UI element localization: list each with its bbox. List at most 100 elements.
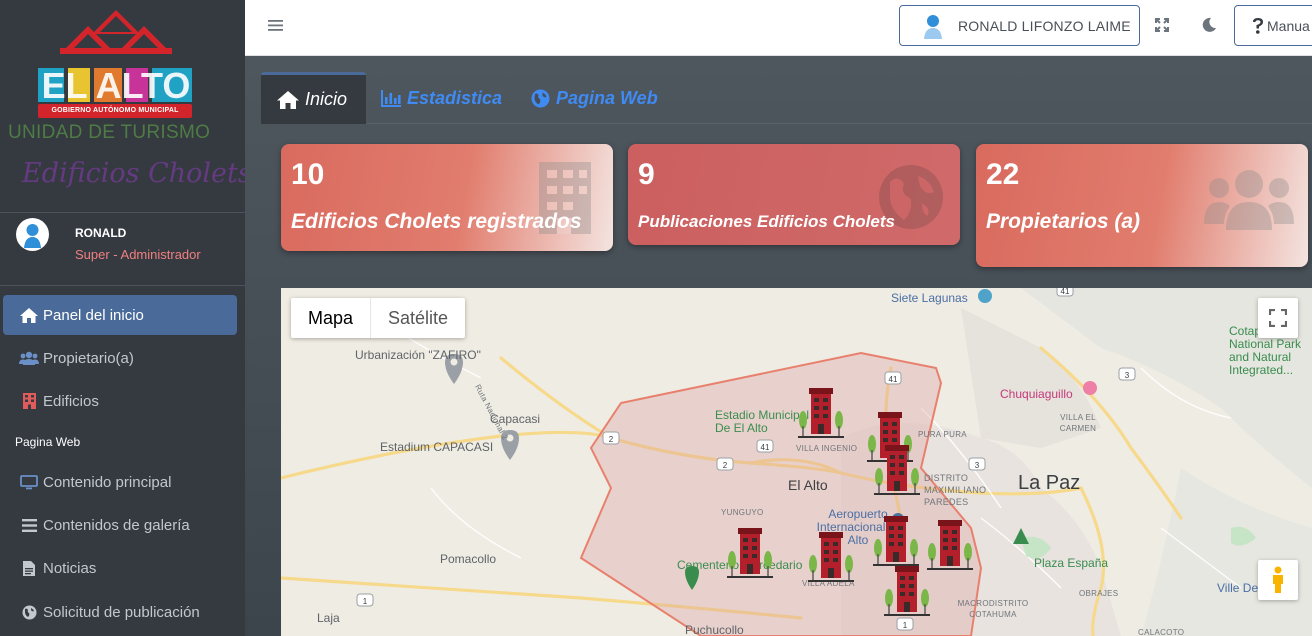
place-villa-ingenio: VILLA INGENIO [796,444,858,453]
pegman-icon [1273,566,1283,593]
place-yunguyo: YUNGUYO [721,508,764,517]
tab-label: Pagina Web [556,87,658,108]
stat-label: Edificios Cholets registrados [291,210,582,233]
chart-icon [381,89,401,107]
map-type-satellite-button[interactable]: Satélite [371,298,465,338]
building-marker-icon[interactable] [884,566,930,616]
building-marker-icon[interactable] [798,388,844,438]
place-macrodistrito-cotahuma: MACRODISTRITO COTAHUMA [957,599,1029,619]
manual-button-label: Manua [1267,17,1310,34]
stat-value: 9 [638,158,655,191]
sidebar-item-panel-inicio[interactable]: Panel del inicio [3,295,237,335]
svg-text:1: 1 [903,621,908,630]
place-siete-lagunas[interactable]: Siete Lagunas [891,291,968,305]
svg-text:41: 41 [761,443,770,452]
sidebar-item-propietario[interactable]: Propietario(a) [3,338,237,378]
fullscreen-icon[interactable] [1154,17,1170,33]
place-villa-de[interactable]: Ville De [1217,581,1258,595]
svg-text:1: 1 [363,597,368,606]
main-content: Inicio Estadistica Pagina Web 10 Edifici… [245,56,1312,636]
sidebar-item-label: Panel del inicio [43,306,144,324]
user-avatar-icon [924,14,942,39]
map-fullscreen-button[interactable] [1258,298,1298,338]
sidebar-item-edificios[interactable]: Edificios [3,381,237,421]
bars-icon [19,517,39,533]
sidebar-item-contenido-principal[interactable]: Contenido principal [3,462,237,502]
sidebar-item-label: Contenido principal [43,473,172,491]
place-capacasi[interactable]: Capacasi [490,412,540,426]
file-icon [19,560,39,576]
map-type-map-button[interactable]: Mapa [291,298,372,338]
user-menu-button[interactable]: RONALD LIFONZO LAIME [899,5,1140,46]
building-marker-icon[interactable] [874,445,920,495]
tab-label: Inicio [305,89,348,109]
sidebar-item-label: Noticias [43,559,97,577]
sidebar-item-galeria[interactable]: Contenidos de galería [3,505,237,545]
building-marker-icon[interactable] [727,528,773,578]
sidebar-item-noticias[interactable]: Noticias [3,548,237,588]
question-icon [1253,17,1263,34]
place-maximiliano-paredes: DISTRITO MAXIMILIANO PAREDES [924,473,987,507]
fullscreen-icon [1269,309,1287,327]
place-obrajes: OBRAJES [1079,589,1119,598]
menu-toggle-icon[interactable] [268,17,284,33]
users-icon [19,350,39,366]
home-icon [277,90,299,109]
building-marker-icon[interactable] [873,516,919,566]
stat-card-propietarios[interactable]: 22 Propietarios (a) [976,144,1308,267]
place-estadium-capacasi[interactable]: Estadium CAPACASI [380,440,493,454]
sidebar-item-label: Propietario(a) [43,349,134,367]
desktop-icon [19,474,39,490]
stat-card-publicaciones[interactable]: 9 Publicaciones Edificios Cholets [628,144,960,245]
user-panel[interactable]: RONALD Super - Administrador [0,214,245,286]
building-icon [19,393,39,409]
sidebar-item-solicitud[interactable]: Solicitud de publicación [3,592,237,632]
stat-label: Propietarios (a) [986,210,1141,233]
stat-value: 10 [291,158,325,191]
user-avatar-icon [24,224,41,248]
tab-pagina-web[interactable]: Pagina Web [531,72,658,124]
tab-inicio[interactable]: Inicio [261,72,366,124]
stat-value: 22 [986,158,1020,191]
brand-area[interactable]: EL ALTO GOBIERNO AUTÓNOMO MUNICIPAL UNID… [0,0,252,213]
globe-icon [531,89,550,108]
sidebar-item-label: Solicitud de publicación [43,603,200,621]
map-view[interactable]: 41 3 2 41 2 3 41 1 1 Siete Lagunas Urban… [281,288,1312,636]
place-laja[interactable]: Laja [317,611,340,625]
place-pura-pura: PURA PURA [918,430,967,439]
unit-subtitle: Edificios Cholets [22,158,252,189]
svg-text:41: 41 [889,375,898,384]
svg-text:41: 41 [1061,288,1070,296]
map-type-control: Mapa Satélite [291,298,466,338]
street-view-button[interactable] [1258,560,1298,600]
svg-text:3: 3 [975,461,980,470]
user-name[interactable]: RONALD [75,226,126,240]
user-role: Super - Administrador [75,247,201,262]
place-pomacollo[interactable]: Pomacollo [440,552,496,566]
tab-estadistica[interactable]: Estadistica [381,72,502,124]
place-el-alto[interactable]: El Alto [788,477,828,493]
tab-label: Estadistica [407,87,503,108]
place-villa-el-carmen: VILLA EL CARMEN [1059,413,1097,433]
map-base: 41 3 2 41 2 3 41 1 1 [281,288,1312,636]
top-navbar: RONALD LIFONZO LAIME Manua [245,0,1312,56]
stat-label: Publicaciones Edificios Cholets [638,212,895,231]
sidebar: EL ALTO GOBIERNO AUTÓNOMO MUNICIPAL UNID… [0,0,252,636]
place-chuquiaguillo[interactable]: Chuquiaguillo [1000,387,1073,401]
building-marker-icon[interactable] [808,532,854,582]
svg-text:3: 3 [1125,371,1130,380]
place-la-paz[interactable]: La Paz [1018,472,1080,495]
avatar[interactable] [16,218,49,251]
logo-caption: GOBIERNO AUTÓNOMO MUNICIPAL [38,104,192,118]
place-calacoto: CALACOTO [1138,628,1185,636]
dark-mode-icon[interactable] [1201,17,1217,33]
building-marker-icon[interactable] [927,520,973,570]
stat-card-edificios[interactable]: 10 Edificios Cholets registrados [281,144,613,251]
users-icon [1204,170,1294,230]
place-puchucollo[interactable]: Puchucollo [685,623,744,636]
manual-button[interactable]: Manua [1234,5,1312,46]
svg-text:2: 2 [723,461,728,470]
sidebar-item-label: Edificios [43,392,99,410]
place-zafiro[interactable]: Urbanización "ZAFIRO" [355,348,481,362]
place-plaza-espana[interactable]: Plaza España [1034,556,1108,570]
